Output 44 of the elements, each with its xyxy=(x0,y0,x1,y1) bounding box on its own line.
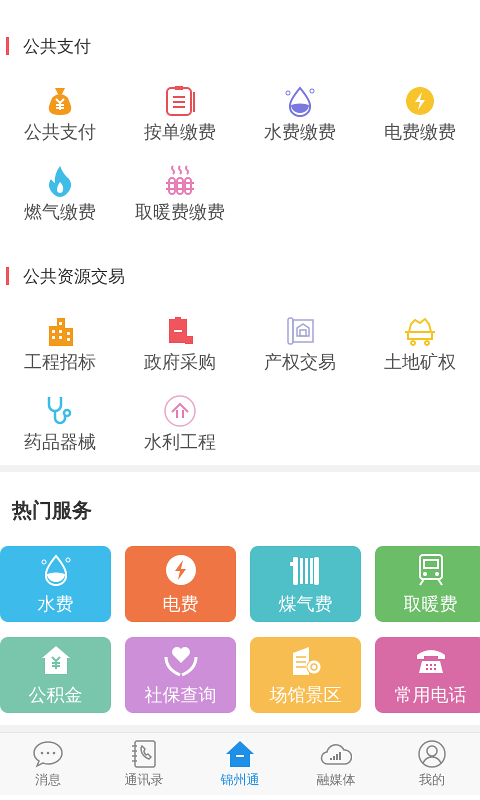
tile-label: 场馆景区 xyxy=(270,684,342,707)
tile-label: 常用电话 xyxy=(394,684,466,707)
service-link[interactable]: 电费缴费 xyxy=(384,120,456,144)
tile-label: 煤气费 xyxy=(278,593,332,616)
service-link[interactable]: 政府采购 xyxy=(144,350,216,374)
nav-tab[interactable]: 通讯录 xyxy=(96,733,192,795)
roof-icon xyxy=(163,394,197,428)
nav-tab[interactable]: 消息 xyxy=(0,733,96,795)
heater-icon xyxy=(163,164,197,198)
nav-tab[interactable]: 我的 xyxy=(384,733,480,795)
tile-label: 公积金 xyxy=(28,684,82,707)
tile-label: 电费 xyxy=(162,593,198,616)
service-link[interactable]: 药品器械 xyxy=(24,430,96,454)
service-link[interactable]: 取暖费缴费 xyxy=(135,200,225,224)
home-icon xyxy=(224,739,256,769)
service-link[interactable]: 工程招标 xyxy=(24,350,96,374)
service-tile[interactable]: 水费 xyxy=(0,546,111,622)
section-title: 公共资源交易 xyxy=(23,266,125,288)
service-tile[interactable]: 常用电话 xyxy=(375,637,480,713)
tile-label: 取暖费 xyxy=(404,593,458,616)
document-icon xyxy=(163,84,197,118)
service-tile[interactable]: 电费 xyxy=(125,546,236,622)
service-tile[interactable]: 煤气费 xyxy=(250,546,361,622)
tile-label: 社保查询 xyxy=(144,684,216,707)
nav-tab[interactable]: 锦州通 xyxy=(192,733,288,795)
section-title: 热门服务 xyxy=(10,497,93,524)
service-tile[interactable]: 社保查询 xyxy=(125,637,236,713)
service-link[interactable]: 燃气缴费 xyxy=(24,200,96,224)
section-title: 公共支付 xyxy=(23,36,91,58)
section-marker xyxy=(6,267,9,285)
tile-label: 水费 xyxy=(38,593,74,616)
user-icon xyxy=(416,739,448,769)
water-drop-icon xyxy=(283,84,317,118)
service-link[interactable]: 产权交易 xyxy=(264,350,336,374)
service-link[interactable]: 土地矿权 xyxy=(384,350,456,374)
nav-tab[interactable]: 融媒体 xyxy=(288,733,384,795)
section-marker xyxy=(6,37,9,55)
service-tile[interactable]: 取暖费 xyxy=(375,546,480,622)
service-link[interactable]: 公共支付 xyxy=(24,120,96,144)
service-link[interactable]: 水费缴费 xyxy=(264,120,336,144)
chat-icon xyxy=(32,739,64,769)
service-link[interactable]: 水利工程 xyxy=(144,430,216,454)
service-link[interactable]: 按单缴费 xyxy=(144,120,216,144)
lightning-icon xyxy=(403,84,437,118)
